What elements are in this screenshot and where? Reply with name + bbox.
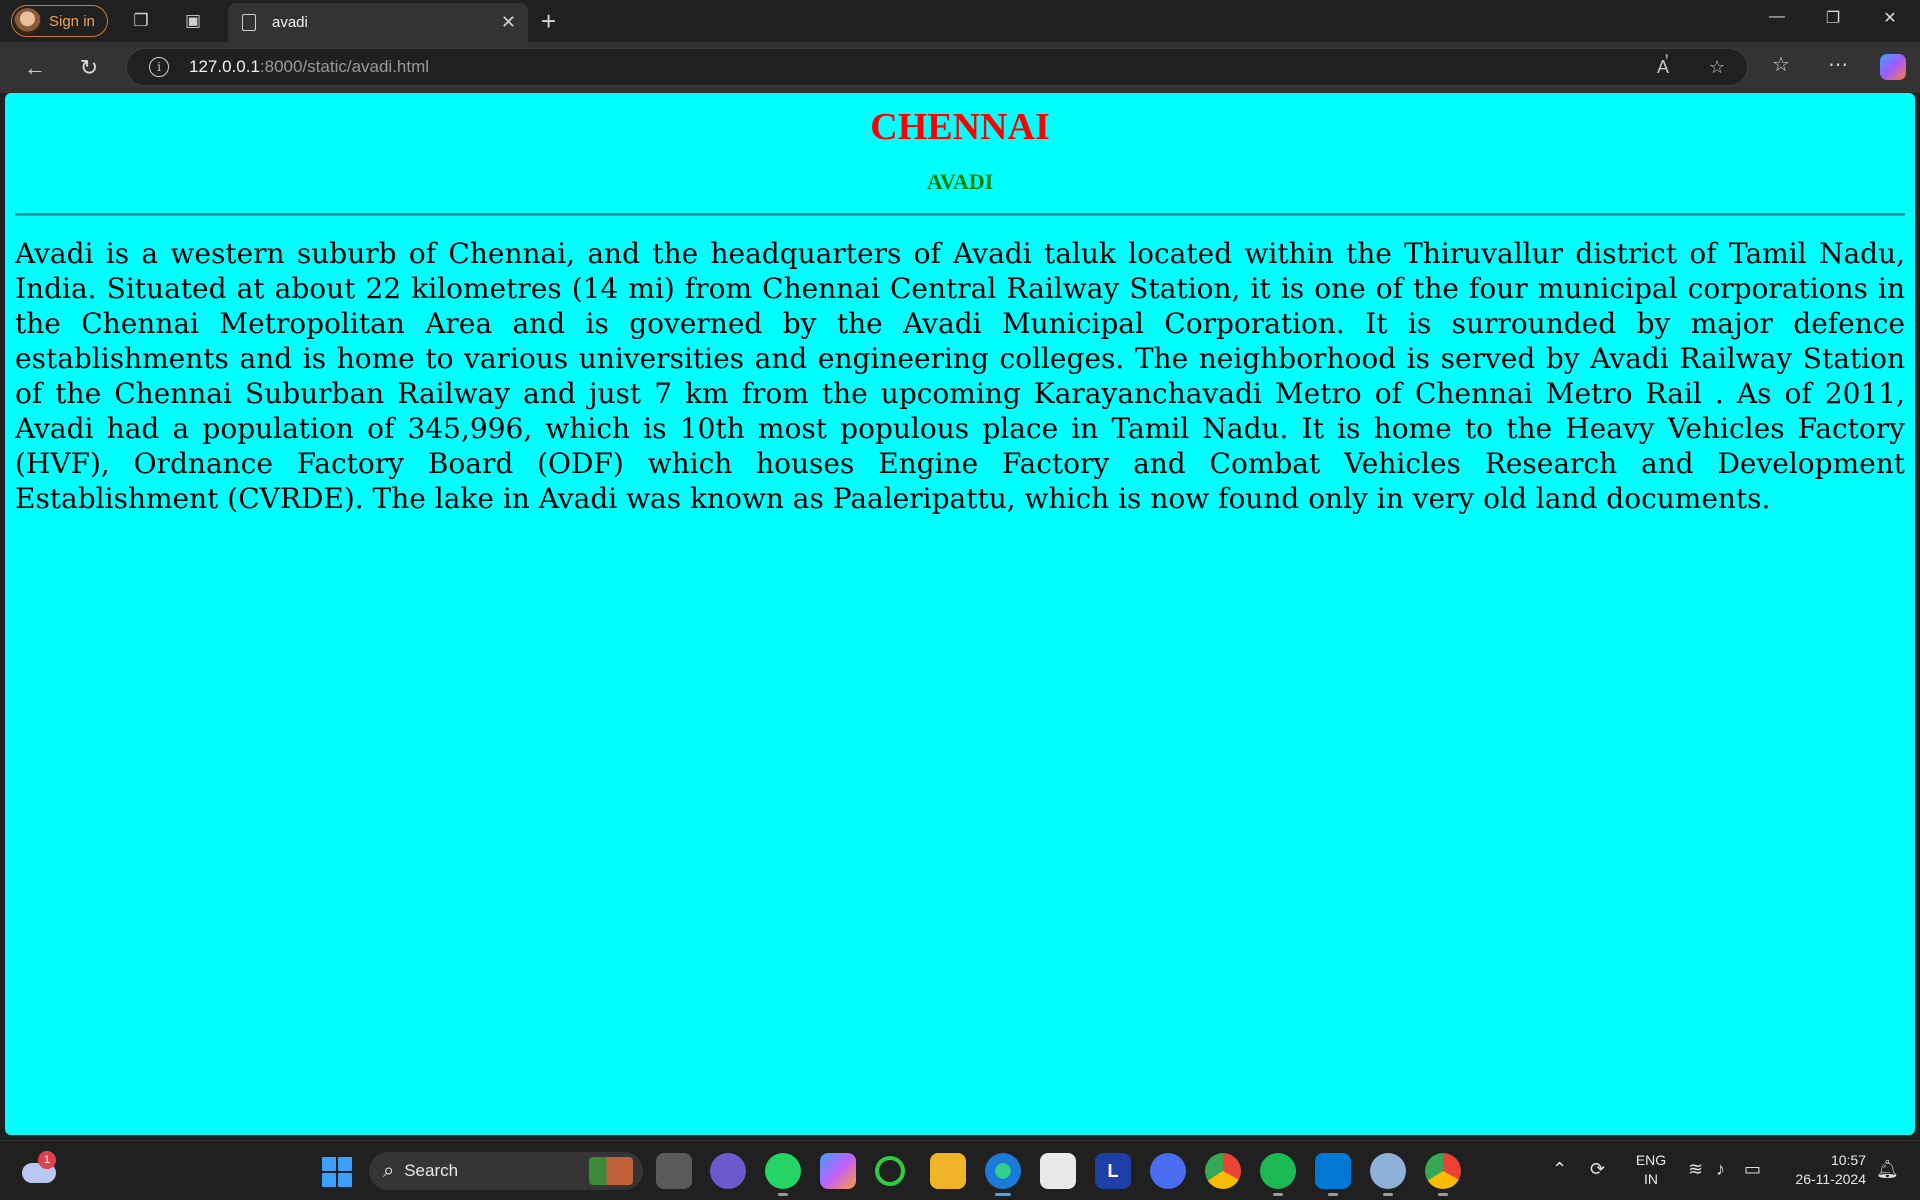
vector-app-icon[interactable] (1150, 1153, 1186, 1189)
search-highlight-icon (589, 1157, 633, 1185)
more-options-icon[interactable]: ⋯ (1828, 52, 1848, 77)
vscode-icon[interactable] (1315, 1153, 1351, 1196)
clock-time: 10:57 (1830, 1152, 1866, 1168)
sign-in-label: Sign in (49, 12, 95, 30)
file-explorer-icon[interactable] (930, 1153, 966, 1189)
taskbar: 1 ⌕ Search L ⌃ ⟳ ENG IN ≋ ♪ ▭ 10:57 26-1… (0, 1140, 1920, 1200)
network-app-icon[interactable] (1370, 1153, 1406, 1196)
chrome-profile-icon[interactable] (1425, 1153, 1461, 1196)
back-arrow-icon[interactable]: ← (19, 52, 51, 84)
favorites-icon[interactable]: ☆ (1772, 52, 1790, 77)
edge-icon[interactable] (985, 1153, 1021, 1196)
search-label: Search (404, 1161, 459, 1180)
page-title: CHENNAI (870, 106, 1050, 148)
page-icon (242, 14, 256, 31)
description-paragraph: Avadi is a western suburb of Chennai, an… (15, 237, 1905, 515)
region-code: IN (1644, 1171, 1658, 1187)
loading-app-icon[interactable] (875, 1156, 905, 1186)
minimize-button[interactable]: — (1762, 8, 1792, 26)
wifi-icon[interactable]: ≋ (1688, 1159, 1703, 1180)
clock-date: 26-11-2024 (1795, 1171, 1866, 1187)
language-code: ENG (1635, 1152, 1667, 1168)
weather-widget[interactable]: 1 (22, 1151, 58, 1183)
site-info-icon[interactable]: i (149, 57, 169, 77)
language-indicator[interactable]: ENG IN (1634, 1151, 1668, 1189)
url-path: :8000/static/avadi.html (259, 57, 430, 76)
chat-icon[interactable] (710, 1153, 746, 1189)
search-icon: ⌕ (383, 1159, 395, 1182)
sync-icon[interactable]: ⟳ (1590, 1159, 1605, 1180)
profile-avatar (14, 7, 41, 35)
workspaces-icon[interactable]: ❐ (128, 8, 154, 34)
url-host: 127.0.0.1 (189, 57, 260, 76)
tab-title: avadi (272, 14, 308, 31)
browser-toolbar: ← ↻ i 127.0.0.1:8000/static/avadi.html A… (0, 42, 1920, 93)
notifications-bell-icon[interactable]: 🔔︎ (1876, 1159, 1899, 1180)
spotify-icon[interactable] (1260, 1153, 1296, 1196)
show-hidden-icons-chevron-icon[interactable]: ⌃ (1552, 1159, 1567, 1180)
address-bar[interactable]: i 127.0.0.1:8000/static/avadi.html A̕ ☆ (126, 48, 1748, 86)
whatsapp-icon[interactable] (765, 1153, 801, 1196)
horizontal-rule (15, 213, 1905, 216)
browser-titlebar: Sign in ❐ ▣ avadi ✕ + — ❐ ✕ (0, 0, 1920, 42)
refresh-icon[interactable]: ↻ (73, 52, 105, 84)
close-window-button[interactable]: ✕ (1875, 8, 1905, 28)
tab-actions-icon[interactable]: ▣ (180, 8, 206, 34)
new-tab-button[interactable]: + (541, 6, 556, 37)
read-aloud-icon[interactable]: A̕ (1657, 57, 1669, 78)
restore-button[interactable]: ❐ (1818, 8, 1848, 28)
l-app-icon[interactable]: L (1095, 1153, 1131, 1189)
copilot-icon[interactable] (1880, 54, 1906, 80)
copilot-app-icon[interactable] (820, 1153, 856, 1189)
chrome-icon[interactable] (1205, 1153, 1241, 1189)
system-clock[interactable]: 10:57 26-11-2024 (1782, 1151, 1866, 1189)
sign-in-button[interactable]: Sign in (11, 5, 108, 37)
start-button[interactable] (322, 1157, 352, 1187)
store-icon[interactable] (1040, 1153, 1076, 1189)
favorite-star-icon[interactable]: ☆ (1709, 57, 1725, 78)
close-tab-icon[interactable]: ✕ (501, 12, 516, 33)
tab-avadi[interactable]: avadi ✕ (228, 3, 528, 42)
notification-badge: 1 (38, 1151, 56, 1169)
volume-icon[interactable]: ♪ (1716, 1159, 1725, 1180)
task-view-icon[interactable] (656, 1153, 692, 1189)
battery-icon[interactable]: ▭ (1744, 1159, 1761, 1180)
page-viewport: CHENNAI AVADI Avadi is a western suburb … (5, 93, 1915, 1135)
page-subtitle: AVADI (926, 169, 994, 194)
taskbar-search[interactable]: ⌕ Search (369, 1152, 643, 1190)
